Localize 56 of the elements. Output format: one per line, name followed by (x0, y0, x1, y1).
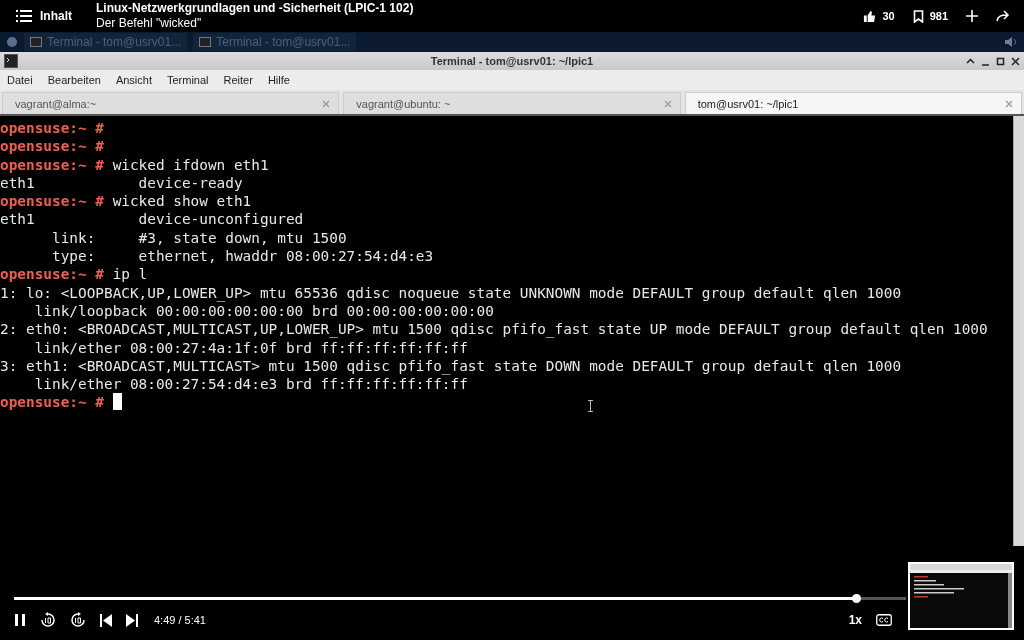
rewind-icon[interactable] (40, 612, 56, 628)
contents-button[interactable]: Inhalt (16, 9, 72, 23)
forward-icon[interactable] (70, 612, 86, 628)
maximize-up-icon[interactable] (966, 56, 975, 66)
like-button[interactable]: 30 (863, 9, 895, 23)
shell-prompt: opensuse:~ # (0, 266, 104, 283)
menu-item[interactable]: Reiter (223, 74, 253, 86)
pause-icon[interactable] (14, 613, 26, 627)
speaker-icon[interactable] (1004, 36, 1018, 48)
lesson-title: Der Befehl "wicked" (96, 16, 203, 31)
terminal-text: eth1 device-ready (0, 174, 243, 191)
terminal-text: ip l (111, 266, 148, 283)
window-title: Terminal - tom@usrv01: ~/lpic1 (429, 55, 595, 67)
speed-button[interactable]: 1x (848, 613, 862, 627)
next-icon[interactable] (126, 613, 138, 627)
shell-prompt: opensuse:~ # (0, 193, 104, 210)
close-icon[interactable] (1011, 56, 1020, 66)
terminal-text: wicked show eth1 (111, 193, 252, 210)
shell-prompt: opensuse:~ # (0, 394, 104, 411)
plus-icon[interactable] (966, 10, 978, 22)
terminal-text: eth1 device-unconfigured (0, 211, 304, 228)
restore-icon[interactable] (996, 56, 1005, 66)
terminal-text: link/loopback 00:00:00:00:00:00 brd 00:00:00:00:00:00 (33, 302, 494, 319)
course-title: Linux-Netzwerkgrundlagen und -Sicherheit (LPIC-1 102) (96, 1, 414, 16)
thumbs-up-icon (863, 9, 877, 23)
share-icon[interactable] (996, 10, 1010, 22)
menu-item[interactable]: Datei (7, 74, 33, 86)
save-button[interactable]: 981 (912, 9, 948, 23)
shell-prompt: opensuse:~ # (0, 138, 104, 155)
terminal-text: 1: lo: <LOOPBACK,UP,LOWER_UP> mtu 65536 qdisc noqueue state UNKNOWN mode DEFAULT group default qlen 1000 (0, 284, 902, 301)
terminal-text: 3: eth1: <BROADCAST,MULTICAST> mtu 1500 qdisc pfifo_fast state DOWN mode DEFAULT group default qlen 1000 (0, 357, 902, 374)
menu-item[interactable]: Hilfe (267, 74, 290, 86)
menu-item[interactable]: Bearbeiten (47, 74, 101, 86)
menu-item[interactable]: Ansicht (115, 74, 152, 86)
playback-time: 4:49 / 5:41 (154, 614, 206, 626)
terminal-text: link: #3, state down, mtu 1500 (50, 229, 347, 246)
bookmark-icon (912, 9, 924, 23)
terminal-tab[interactable]: vagrant@alma:~ (2, 92, 340, 114)
close-tab-icon[interactable] (1005, 99, 1013, 108)
menu-icon (16, 9, 32, 23)
captions-icon[interactable] (876, 614, 892, 626)
shell-prompt: opensuse:~ # (0, 120, 104, 136)
terminal-text: type: ethernet, hwaddr 08:00:27:54:d4:e3 (50, 248, 434, 265)
mouse-cursor-icon (587, 400, 594, 412)
terminal-tab[interactable]: vagrant@ubuntu: ~ (343, 92, 681, 114)
app-menu-icon[interactable] (6, 36, 18, 48)
shell-prompt: opensuse:~ # (0, 156, 104, 173)
terminal-text: link/ether 08:00:27:4a:1f:0f brd ff:ff:ff:ff:ff:ff (33, 339, 468, 356)
scrollbar[interactable] (1013, 116, 1024, 546)
menu-item[interactable]: Terminal (167, 74, 209, 86)
terminal-text: wicked ifdown eth1 (111, 156, 269, 173)
previous-icon[interactable] (100, 613, 112, 627)
terminal-tab[interactable]: tom@usrv01: ~/lpic1 (684, 92, 1022, 114)
terminal-text: link/ether 08:00:27:54:d4:e3 brd ff:ff:ff:ff:ff:ff (33, 376, 468, 393)
terminal-text: 2: eth0: <BROADCAST,MULTICAST,UP,LOWER_UP> mtu 1500 qdisc pfifo_fast state UP mode DEFAULT group default qlen 1000 (0, 321, 988, 338)
progress-handle[interactable] (851, 594, 861, 603)
